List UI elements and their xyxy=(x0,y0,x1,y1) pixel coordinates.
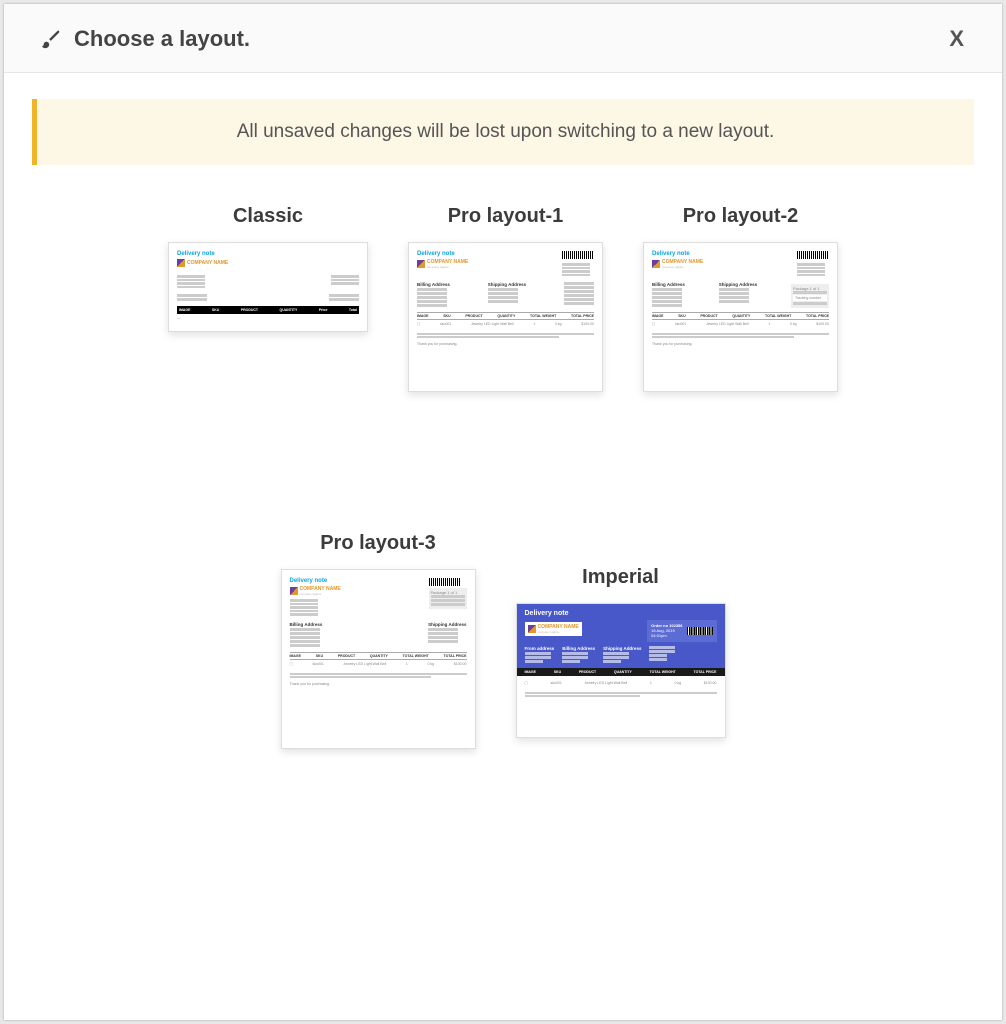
layout-preview-pro-1: Delivery note COMPANY NAMEcompany taglin… xyxy=(408,242,603,392)
close-button[interactable]: X xyxy=(941,22,972,56)
logo-icon xyxy=(290,587,298,595)
barcode-icon xyxy=(562,251,594,259)
logo-icon xyxy=(177,259,185,267)
layout-option-pro-3[interactable]: Pro layout-3 Delivery note COMPANY NAMEc… xyxy=(281,532,476,749)
layout-label: Imperial xyxy=(582,566,659,589)
layouts-row-1: Classic Delivery note COMPANY NAME xyxy=(42,205,964,392)
modal-title: Choose a layout. xyxy=(74,26,250,52)
logo-icon xyxy=(417,260,425,268)
layout-preview-pro-3: Delivery note COMPANY NAMEcompany taglin… xyxy=(281,569,476,749)
modal-title-wrap: Choose a layout. xyxy=(40,26,250,52)
warning-banner: All unsaved changes will be lost upon sw… xyxy=(32,99,974,165)
layout-preview-imperial: Delivery note COMPANY NAMEcompany taglin… xyxy=(516,603,726,738)
choose-layout-modal: Choose a layout. X All unsaved changes w… xyxy=(4,4,1002,1020)
logo-icon xyxy=(528,625,536,633)
layout-label: Pro layout-2 xyxy=(683,205,799,228)
package-info-box: Package 1 of 1 xyxy=(429,588,467,609)
layouts-row-2: Pro layout-3 Delivery note COMPANY NAMEc… xyxy=(42,532,964,749)
logo-icon xyxy=(652,260,660,268)
layout-preview-classic: Delivery note COMPANY NAME xyxy=(168,242,368,332)
layout-option-pro-1[interactable]: Pro layout-1 Delivery note COMPANY NAMEc… xyxy=(408,205,603,392)
company-block: COMPANY NAME xyxy=(177,259,228,267)
modal-content: All unsaved changes will be lost upon sw… xyxy=(4,73,1002,1020)
layout-preview-pro-2: Delivery note COMPANY NAMEcompany taglin… xyxy=(643,242,838,392)
layout-option-imperial[interactable]: Imperial Delivery note COMPANY NAMEcompa… xyxy=(516,566,726,749)
brush-icon xyxy=(40,28,62,50)
modal-header: Choose a layout. X xyxy=(4,4,1002,73)
layout-label: Pro layout-3 xyxy=(320,532,436,555)
preview-doc-title: Delivery note xyxy=(417,251,468,257)
layout-label: Pro layout-1 xyxy=(448,205,564,228)
imperial-header: Delivery note COMPANY NAMEcompany taglin… xyxy=(517,604,725,668)
barcode-icon xyxy=(687,627,713,635)
package-info-box: Package 1 of 1 Tracking number xyxy=(791,284,829,308)
layout-option-pro-2[interactable]: Pro layout-2 Delivery note COMPANY NAMEc… xyxy=(643,205,838,392)
order-panel: Order no 10235616 Aug, 201904:01pm xyxy=(647,620,716,642)
barcode-icon xyxy=(429,578,461,586)
layouts-grid: Classic Delivery note COMPANY NAME xyxy=(32,205,974,749)
barcode-icon xyxy=(797,251,829,259)
layout-label: Classic xyxy=(233,205,303,228)
layout-option-classic[interactable]: Classic Delivery note COMPANY NAME xyxy=(168,205,368,392)
